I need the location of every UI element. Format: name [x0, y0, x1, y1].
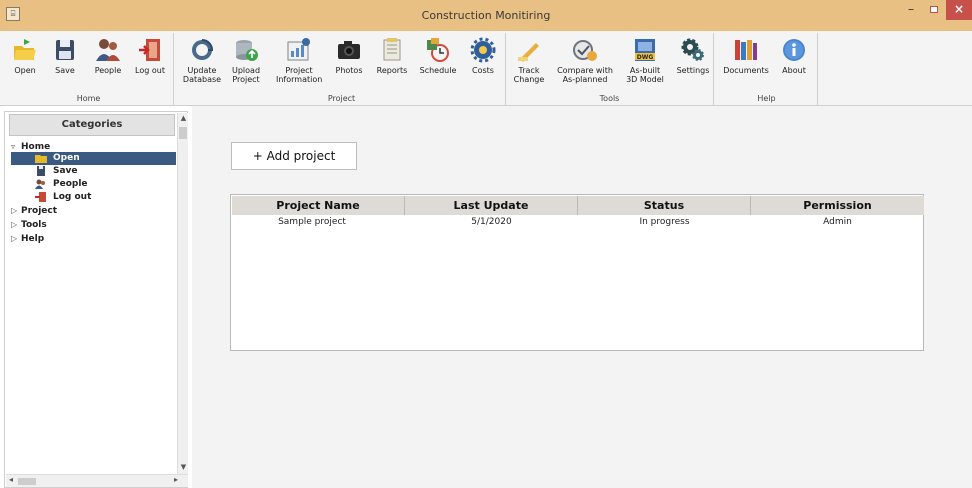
- project-information-button[interactable]: Project Information: [276, 37, 322, 84]
- camera-icon: [336, 37, 362, 63]
- ribbon-group-home: Open Save People Log out Home: [4, 33, 174, 105]
- costs-button[interactable]: Costs: [468, 37, 498, 75]
- cell-permission: Admin: [823, 217, 852, 227]
- schedule-button[interactable]: Schedule: [418, 37, 458, 75]
- tree-item-save[interactable]: Save: [35, 165, 78, 178]
- folder-open-icon: [12, 37, 38, 63]
- main-content: + Add project Project Name Last Update S…: [192, 106, 972, 488]
- categories-panel: Categories ▿ Home Open Save People Log ou…: [4, 111, 188, 488]
- horizontal-scroll-thumb[interactable]: [18, 478, 36, 485]
- title-bar: ⌸ Construction Monitiring – ×: [0, 0, 972, 31]
- open-button[interactable]: Open: [10, 37, 40, 75]
- database-upload-icon: [233, 37, 259, 63]
- tree-item-open[interactable]: Open: [11, 152, 176, 165]
- project-info-icon: [286, 37, 312, 63]
- logout-icon: [35, 191, 47, 202]
- table-header: Project Name Last Update Status Permissi…: [232, 196, 924, 215]
- cell-project-name: Sample project: [278, 217, 346, 227]
- logout-button[interactable]: Log out: [132, 37, 168, 75]
- documents-icon: [733, 37, 759, 63]
- vertical-scrollbar[interactable]: ▲ ▼: [177, 113, 188, 474]
- tree-item-people[interactable]: People: [35, 178, 88, 191]
- settings-button[interactable]: Settings: [676, 37, 710, 75]
- group-label-tools: Tools: [599, 94, 620, 103]
- reports-icon: [379, 37, 405, 63]
- column-header-project-name[interactable]: Project Name: [232, 196, 405, 215]
- compare-icon: [572, 37, 598, 63]
- table-row[interactable]: Sample project 5/1/2020 In progress Admi…: [232, 217, 922, 230]
- tree-node-project[interactable]: ▷ Project: [11, 204, 57, 217]
- documents-button[interactable]: Documents: [722, 37, 770, 75]
- add-project-button[interactable]: + Add project: [231, 142, 357, 170]
- column-header-last-update[interactable]: Last Update: [405, 196, 578, 215]
- dwg-badge: DWG: [637, 54, 654, 61]
- cell-last-update: 5/1/2020: [471, 217, 512, 227]
- group-label-help: Help: [757, 94, 776, 103]
- settings-gear-icon: [680, 37, 706, 63]
- update-database-button[interactable]: Update Database: [182, 37, 222, 84]
- save-icon: [35, 165, 47, 176]
- refresh-icon: [189, 37, 215, 63]
- save-icon: [52, 37, 78, 63]
- maximize-icon: [930, 6, 938, 13]
- scroll-right-icon[interactable]: ▸: [174, 475, 178, 484]
- costs-gear-icon: [470, 37, 496, 63]
- chevron-right-icon: ▷: [11, 234, 18, 243]
- maximize-button[interactable]: [925, 0, 943, 20]
- compare-with-as-planned-button[interactable]: Compare with As-planned: [556, 37, 614, 84]
- schedule-icon: [425, 37, 451, 63]
- chevron-right-icon: ▷: [11, 206, 18, 215]
- people-button[interactable]: People: [92, 37, 124, 75]
- ribbon-toolbar: Open Save People Log out Home Update Dat…: [0, 31, 972, 106]
- track-change-icon: [516, 37, 542, 63]
- logout-icon: [137, 37, 163, 63]
- vertical-scroll-thumb[interactable]: [179, 127, 187, 139]
- folder-open-icon: [35, 153, 47, 163]
- ribbon-group-tools: Track Change Compare with As-planned DWG…: [506, 33, 714, 105]
- ribbon-group-help: Documents About Help: [716, 33, 818, 105]
- tree-item-logout[interactable]: Log out: [35, 191, 91, 204]
- as-built-3d-model-button[interactable]: DWG As-built 3D Model: [624, 37, 666, 84]
- about-button[interactable]: About: [780, 37, 808, 75]
- track-change-button[interactable]: Track Change: [512, 37, 546, 84]
- column-header-permission[interactable]: Permission: [751, 196, 924, 215]
- info-icon: [781, 37, 807, 63]
- scroll-left-icon[interactable]: ◂: [9, 475, 13, 484]
- reports-button[interactable]: Reports: [376, 37, 408, 75]
- categories-header: Categories: [9, 114, 175, 136]
- people-icon: [95, 37, 121, 63]
- horizontal-scrollbar[interactable]: ◂ ▸: [6, 474, 188, 487]
- window-title: Construction Monitiring: [421, 9, 551, 22]
- close-button[interactable]: ×: [946, 0, 972, 20]
- chevron-right-icon: ▷: [11, 220, 18, 229]
- upload-project-button[interactable]: Upload Project: [230, 37, 262, 84]
- group-label-project: Project: [327, 94, 356, 103]
- minimize-button[interactable]: –: [902, 0, 920, 20]
- photos-button[interactable]: Photos: [334, 37, 364, 75]
- group-label-home: Home: [76, 94, 101, 103]
- cell-status: In progress: [639, 217, 690, 227]
- scroll-down-icon[interactable]: ▼: [178, 463, 189, 471]
- ribbon-group-project: Update Database Upload Project Project I…: [178, 33, 506, 105]
- people-icon: [35, 179, 47, 189]
- tree-node-tools[interactable]: ▷ Tools: [11, 218, 47, 231]
- scroll-up-icon[interactable]: ▲: [178, 114, 189, 122]
- tree-node-help[interactable]: ▷ Help: [11, 232, 44, 245]
- save-button[interactable]: Save: [52, 37, 78, 75]
- projects-table: Project Name Last Update Status Permissi…: [230, 194, 924, 351]
- dwg-model-icon: DWG: [632, 37, 658, 63]
- column-header-status[interactable]: Status: [578, 196, 751, 215]
